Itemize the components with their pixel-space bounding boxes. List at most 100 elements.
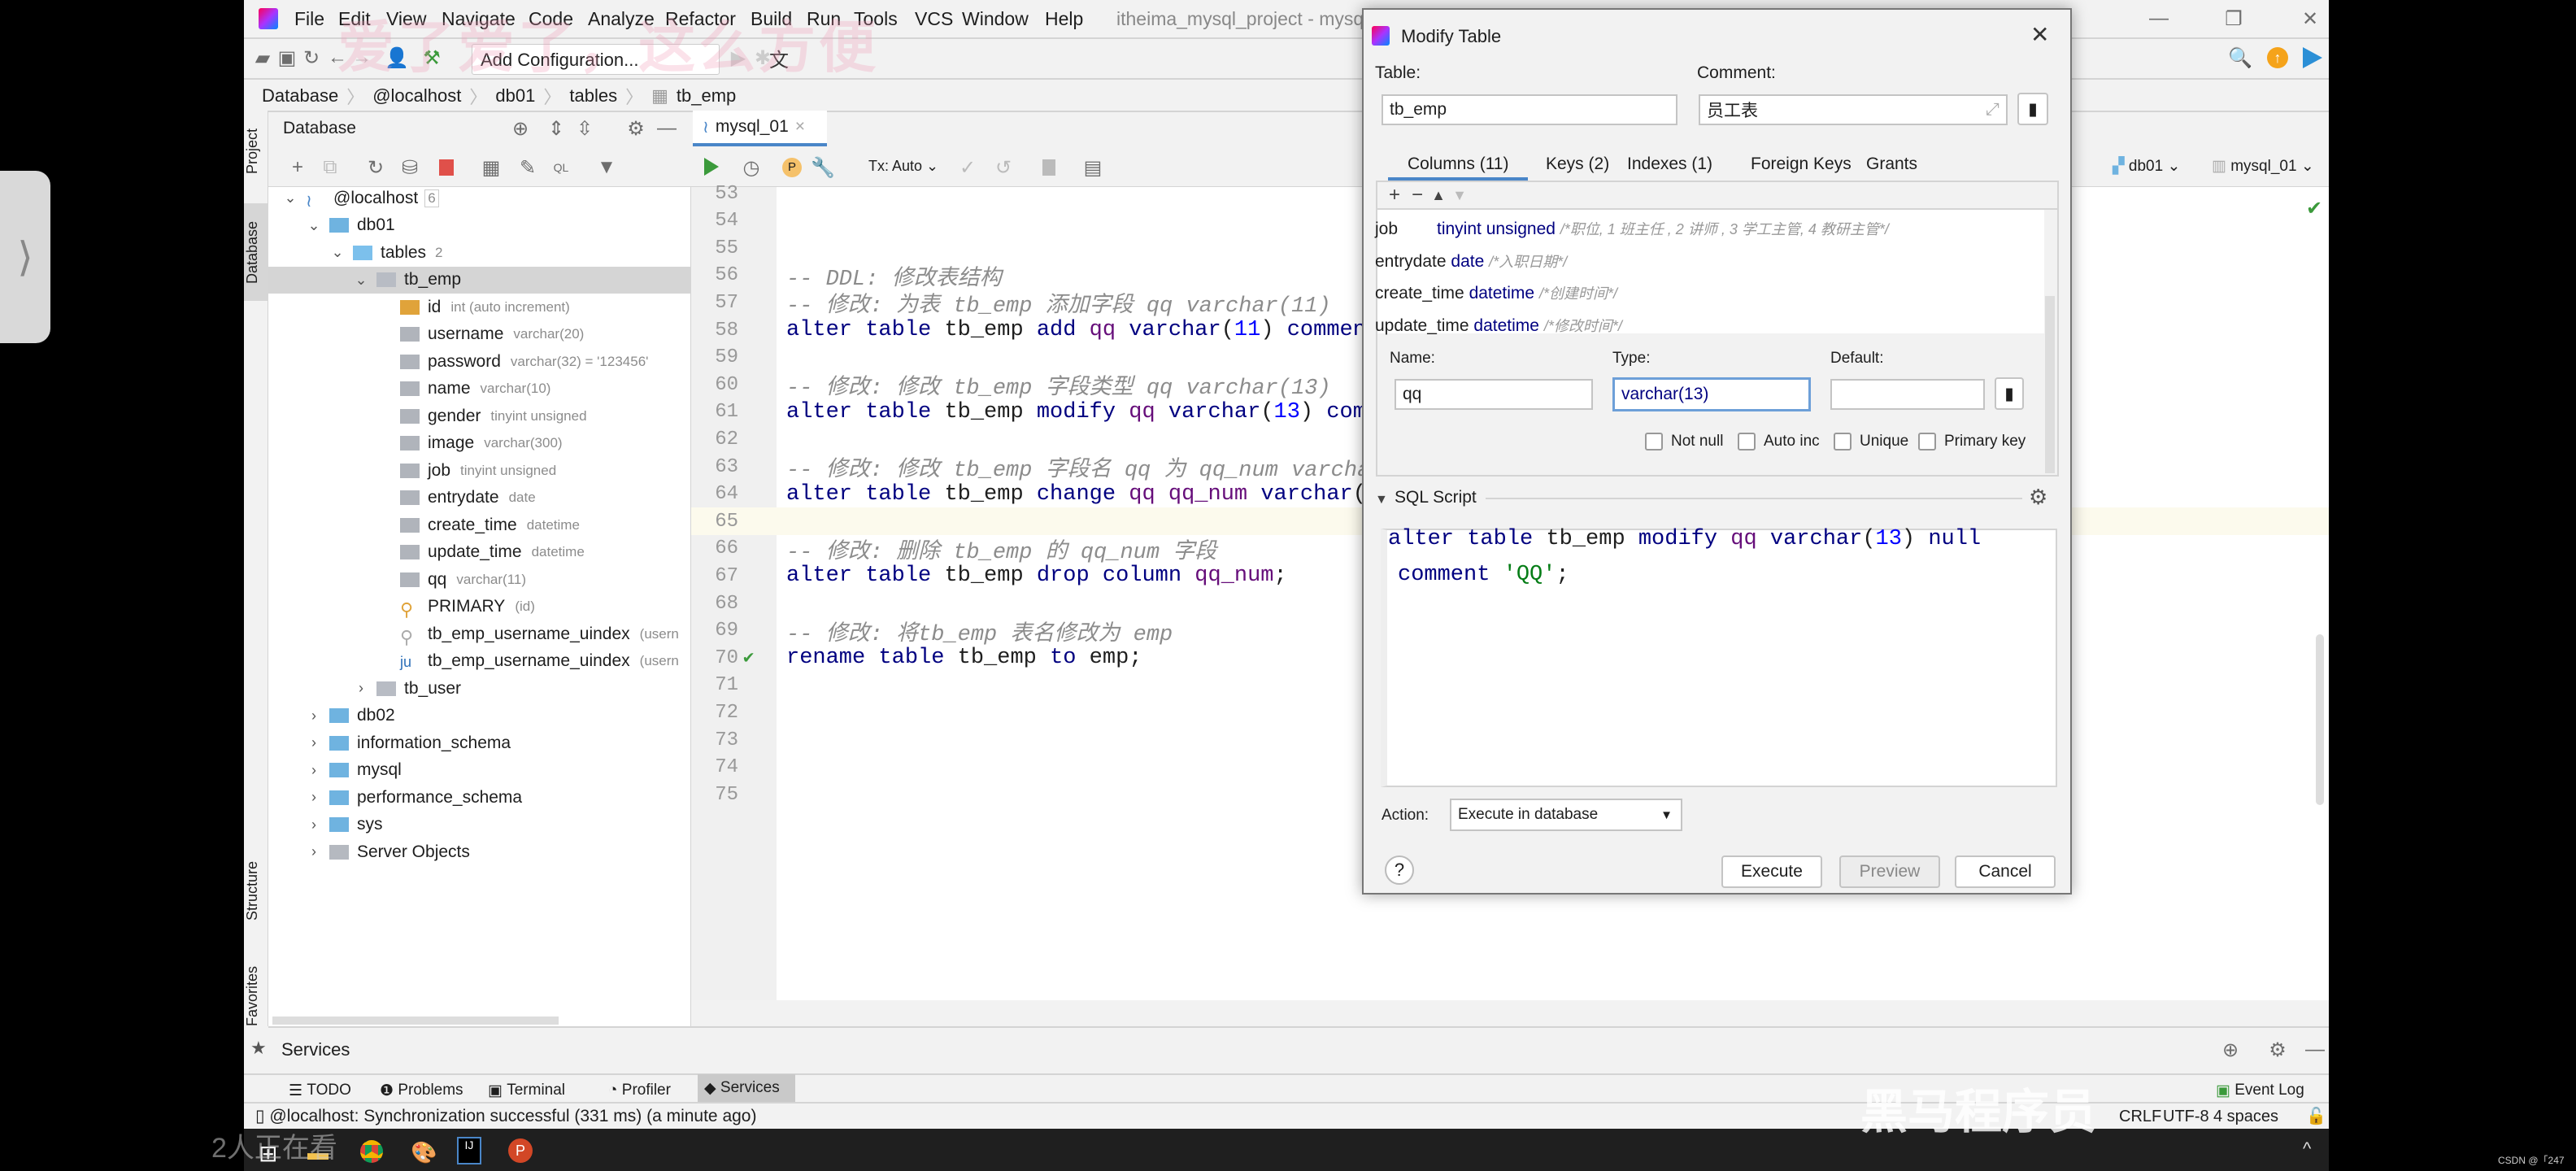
- primary-key-checkbox[interactable]: Primary key: [1918, 433, 2026, 451]
- hide-panel-icon[interactable]: —: [655, 117, 678, 140]
- chevron-down-icon[interactable]: ⌄: [354, 272, 368, 289]
- chevron-right-icon[interactable]: ›: [307, 816, 321, 834]
- schema-icon[interactable]: ⛁: [398, 156, 421, 179]
- edit-icon[interactable]: ✎: [516, 156, 539, 179]
- tab-columns[interactable]: Columns (11): [1408, 155, 1508, 174]
- tree-item[interactable]: › Server Objects: [268, 838, 691, 865]
- parameters-icon[interactable]: P: [782, 158, 802, 177]
- tree-item[interactable]: ⌄ db01: [268, 212, 691, 239]
- column-name-input[interactable]: qq: [1395, 379, 1593, 410]
- column-row[interactable]: entrydate date /*入职日期*/: [1375, 250, 1567, 272]
- chevron-right-icon[interactable]: ›: [354, 680, 368, 697]
- breadcrumb-item[interactable]: tables: [569, 85, 617, 107]
- preview-button[interactable]: Preview: [1839, 855, 1940, 888]
- tree-item[interactable]: › tb_user: [268, 675, 691, 702]
- filter-icon[interactable]: ▼: [595, 156, 618, 179]
- column-list-scrollbar[interactable]: [2045, 296, 2055, 473]
- tool-tab-todo[interactable]: ☰ TODO: [289, 1078, 351, 1103]
- side-tab-project[interactable]: Project: [244, 119, 268, 184]
- tool-tab-terminal[interactable]: ▣ Terminal: [488, 1078, 565, 1103]
- close-window-button[interactable]: ✕: [2298, 7, 2322, 31]
- menu-edit[interactable]: Edit: [338, 8, 371, 30]
- tree-item[interactable]: password varchar(32) = '123456': [268, 348, 691, 375]
- file-encoding[interactable]: UTF-8: [2163, 1108, 2209, 1126]
- console-icon[interactable]: QL: [550, 156, 572, 179]
- menu-file[interactable]: File: [294, 8, 324, 30]
- breadcrumb-item[interactable]: tb_emp: [677, 85, 736, 107]
- menu-view[interactable]: View: [386, 8, 426, 30]
- chevron-right-icon[interactable]: ›: [307, 734, 321, 751]
- tree-item[interactable]: username varchar(20): [268, 321, 691, 348]
- status-message[interactable]: ▯ @localhost: Synchronization successful…: [255, 1106, 756, 1126]
- tool-tab-services[interactable]: ◆ Services: [698, 1074, 795, 1102]
- update-icon[interactable]: ↑: [2267, 47, 2288, 68]
- tree-item[interactable]: id int (auto increment): [268, 294, 691, 320]
- forward-icon[interactable]: →: [351, 46, 372, 68]
- tree-item[interactable]: create_time datetime: [268, 511, 691, 538]
- translate-icon[interactable]: 文: [768, 47, 790, 72]
- intellij-taskbar-icon[interactable]: IJ: [457, 1137, 481, 1164]
- action-dropdown[interactable]: Execute in database ▼: [1450, 799, 1682, 831]
- tree-item[interactable]: entrydate date: [268, 485, 691, 511]
- tree-item[interactable]: job tinyint unsigned: [268, 457, 691, 484]
- user-icon[interactable]: 👤: [382, 47, 411, 69]
- open-folder-icon[interactable]: ▰: [252, 47, 273, 69]
- minimize-button[interactable]: —: [2147, 7, 2171, 31]
- gear-icon[interactable]: ⚙: [624, 117, 647, 140]
- tree-horizontal-scrollbar[interactable]: [272, 1016, 559, 1025]
- tree-item[interactable]: qq varchar(11): [268, 566, 691, 593]
- chevron-down-icon[interactable]: ⌄: [283, 189, 298, 207]
- collapse-sql-icon[interactable]: ▼: [1375, 493, 1388, 507]
- menu-window[interactable]: Window: [962, 8, 1029, 30]
- expand-icon[interactable]: ⤢: [1986, 100, 1999, 120]
- tab-keys[interactable]: Keys (2): [1546, 155, 1609, 174]
- not-null-checkbox[interactable]: Not null: [1645, 433, 1723, 451]
- breadcrumb-item[interactable]: @localhost: [372, 85, 461, 107]
- tree-item[interactable]: › sys: [268, 812, 691, 838]
- tool-tab-problems[interactable]: ❶ Problems: [380, 1078, 463, 1103]
- restore-button[interactable]: ❐: [2221, 7, 2246, 31]
- tree-item[interactable]: › performance_schema: [268, 784, 691, 811]
- tree-item[interactable]: › db02: [268, 703, 691, 729]
- side-tab-favorites[interactable]: Favorites: [244, 960, 268, 1033]
- menu-vcs[interactable]: VCS: [915, 8, 953, 30]
- build-hammer-icon[interactable]: ⚒: [421, 47, 442, 69]
- expand-all-icon[interactable]: ⇕: [545, 117, 568, 140]
- collapse-all-icon[interactable]: ⇳: [573, 117, 596, 140]
- menu-navigate[interactable]: Navigate: [442, 8, 516, 30]
- tree-item[interactable]: ⌄ ≀ @localhost 6: [268, 185, 691, 211]
- wrench-icon[interactable]: 🔧: [811, 156, 835, 179]
- tree-item[interactable]: update_time datetime: [268, 539, 691, 566]
- help-button[interactable]: ?: [1385, 855, 1414, 885]
- side-handle[interactable]: ⟩: [0, 171, 50, 343]
- execute-button[interactable]: Execute: [1721, 855, 1822, 888]
- output-table-icon[interactable]: ▤: [1081, 156, 1104, 179]
- powerpoint-icon[interactable]: P: [508, 1138, 533, 1163]
- menu-help[interactable]: Help: [1045, 8, 1083, 30]
- tray-expand-icon[interactable]: ^: [2303, 1138, 2311, 1160]
- add-icon[interactable]: +: [286, 156, 309, 179]
- tree-item[interactable]: › mysql: [268, 757, 691, 784]
- gear-icon[interactable]: ⚙: [2265, 1038, 2290, 1062]
- menu-refactor[interactable]: Refactor: [665, 8, 736, 30]
- tree-item[interactable]: image varchar(300): [268, 430, 691, 457]
- menu-code[interactable]: Code: [529, 8, 573, 30]
- auto-inc-checkbox[interactable]: Auto inc: [1738, 433, 1820, 451]
- tab-foreign-keys[interactable]: Foreign Keys: [1751, 155, 1852, 174]
- tree-item[interactable]: ⚲ tb_emp_username_uindex (usern: [268, 620, 691, 647]
- table-name-input[interactable]: tb_emp: [1382, 94, 1677, 125]
- back-icon[interactable]: ←: [327, 46, 348, 68]
- side-tab-structure[interactable]: Structure: [244, 846, 268, 935]
- indent-setting[interactable]: 4 spaces: [2213, 1108, 2278, 1126]
- unique-checkbox[interactable]: Unique: [1834, 433, 1908, 451]
- menu-build[interactable]: Build: [751, 8, 792, 30]
- chrome-icon[interactable]: [360, 1140, 383, 1163]
- tree-item[interactable]: ⌄ tb_emp: [268, 266, 691, 294]
- tree-item[interactable]: ⌄ tables 2: [268, 239, 691, 266]
- tab-grants[interactable]: Grants: [1866, 155, 1917, 174]
- hide-panel-icon[interactable]: —: [2303, 1038, 2327, 1062]
- refresh-icon[interactable]: ↻: [364, 156, 387, 179]
- column-comment-button[interactable]: ▮: [1995, 377, 2024, 410]
- chevron-down-icon[interactable]: ⌄: [307, 217, 321, 234]
- chevron-right-icon[interactable]: ›: [307, 789, 321, 806]
